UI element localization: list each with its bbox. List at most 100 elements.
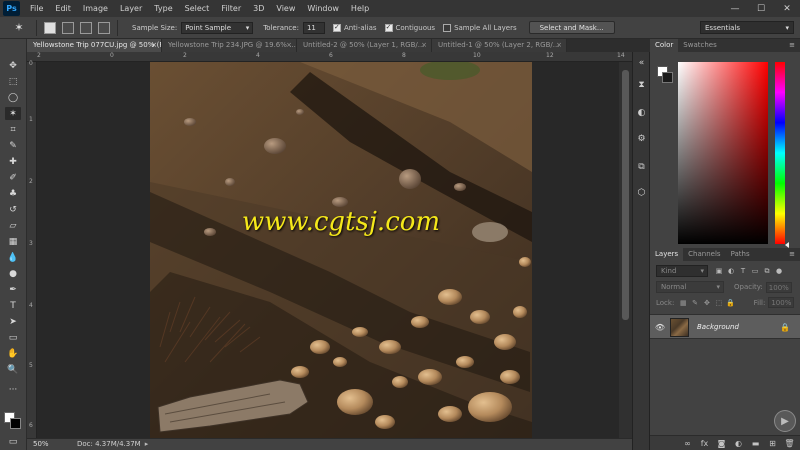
history-brush-tool-icon[interactable]: ↺	[5, 203, 21, 216]
type-tool-icon[interactable]: T	[5, 299, 21, 312]
opacity-input[interactable]: 100%	[765, 281, 792, 293]
status-menu-arrow-icon[interactable]: ▸	[145, 439, 149, 450]
filter-kind-select[interactable]: Kind	[656, 265, 708, 277]
screen-mode-icon[interactable]: ▭	[5, 435, 21, 448]
clone-stamp-tool-icon[interactable]: ♣	[5, 187, 21, 200]
close-button[interactable]: ✕	[774, 0, 800, 17]
intersect-selection-button[interactable]	[98, 21, 110, 34]
crop-tool-icon[interactable]: ⌗	[5, 123, 21, 136]
tab-swatches[interactable]: Swatches	[678, 39, 721, 52]
lock-image-icon[interactable]: ✎	[690, 298, 700, 308]
3d-panel-icon[interactable]: ⬡	[635, 186, 648, 199]
menu-edit[interactable]: Edit	[49, 4, 77, 13]
visibility-eye-icon[interactable]: 👁	[655, 322, 665, 332]
menu-filter[interactable]: Filter	[215, 4, 247, 13]
zoom-level[interactable]: 50%	[27, 439, 77, 450]
lock-artboard-icon[interactable]: ⬚	[714, 298, 724, 308]
delete-layer-icon[interactable]: 🗑	[783, 438, 796, 449]
menu-window[interactable]: Window	[301, 4, 345, 13]
filter-toggle-icon[interactable]: ●	[774, 266, 784, 276]
scrollbar-thumb[interactable]	[622, 70, 629, 320]
menu-type[interactable]: Type	[148, 4, 178, 13]
panel-menu-icon[interactable]: ≡	[789, 39, 795, 52]
pixel-filter-icon[interactable]: ▣	[714, 266, 724, 276]
document-image[interactable]: www.cgtsj.com	[150, 62, 532, 438]
fill-input[interactable]: 100%	[768, 297, 795, 308]
new-layer-icon[interactable]: ⊞	[766, 438, 779, 449]
sample-all-layers-checkbox[interactable]	[443, 23, 452, 32]
new-selection-button[interactable]	[44, 21, 56, 34]
tab-layers[interactable]: Layers	[650, 248, 684, 261]
properties-panel-icon[interactable]: ⧉	[635, 160, 648, 173]
menu-layer[interactable]: Layer	[114, 4, 148, 13]
type-filter-icon[interactable]: T	[738, 266, 748, 276]
anti-alias-checkbox[interactable]: ✓	[332, 23, 341, 32]
tab-close-icon[interactable]: ×	[421, 39, 427, 52]
magic-wand-tool-icon[interactable]: ✶	[5, 107, 21, 120]
menu-image[interactable]: Image	[77, 4, 114, 13]
menu-select[interactable]: Select	[179, 4, 216, 13]
path-selection-tool-icon[interactable]: ➤	[5, 315, 21, 328]
horizontal-ruler[interactable]: 2 0 2 4 6 8 10 12 14	[27, 52, 632, 62]
layer-row-background[interactable]: 👁 Background 🔒	[650, 314, 800, 339]
pen-tool-icon[interactable]: ✒	[5, 283, 21, 296]
sample-size-select[interactable]: Point Sample	[181, 21, 254, 34]
more-tools-icon[interactable]: ···	[5, 383, 21, 396]
color-picker-field[interactable]	[678, 62, 768, 244]
gradient-tool-icon[interactable]: ▦	[5, 235, 21, 248]
lock-all-icon[interactable]: 🔒	[726, 298, 736, 308]
tab-close-icon[interactable]: ×	[556, 39, 562, 52]
blur-tool-icon[interactable]: 💧	[5, 251, 21, 264]
blend-mode-select[interactable]: Normal	[656, 281, 724, 293]
select-and-mask-button[interactable]: Select and Mask...	[528, 21, 615, 34]
minimize-button[interactable]: —	[722, 0, 748, 17]
new-group-icon[interactable]: ▬	[749, 438, 762, 449]
tab-close-icon[interactable]: ×	[151, 39, 157, 52]
eyedropper-tool-icon[interactable]: ✎	[5, 139, 21, 152]
lock-position-icon[interactable]: ✥	[702, 298, 712, 308]
tab-channels[interactable]: Channels	[683, 248, 725, 261]
tab-untitled-1[interactable]: Untitled-1 @ 50% (Layer 2, RGB/... ×	[432, 39, 567, 52]
tab-color[interactable]: Color	[650, 39, 679, 52]
workspace-select[interactable]: Essentials	[700, 21, 794, 34]
zoom-tool-icon[interactable]: 🔍	[5, 363, 21, 376]
add-mask-icon[interactable]: ◙	[715, 438, 728, 449]
menu-help[interactable]: Help	[345, 4, 375, 13]
hue-spectrum-slider[interactable]	[775, 62, 789, 248]
layer-lock-icon[interactable]: 🔒	[780, 322, 790, 332]
contiguous-checkbox[interactable]: ✓	[384, 23, 393, 32]
healing-brush-tool-icon[interactable]: ✚	[5, 155, 21, 168]
layer-name[interactable]: Background	[697, 315, 739, 340]
vertical-ruler[interactable]: 0 1 2 3 4 5 6	[27, 60, 37, 438]
marquee-tool-icon[interactable]: ⬚	[5, 75, 21, 88]
add-to-selection-button[interactable]	[62, 21, 74, 34]
tab-yellowstone-077cu[interactable]: Yellowstone Trip 077CU.jpg @ 50% (RGB/8)…	[27, 39, 162, 52]
subtract-from-selection-button[interactable]	[80, 21, 92, 34]
hand-tool-icon[interactable]: ✋	[5, 347, 21, 360]
menu-file[interactable]: File	[24, 4, 49, 13]
maximize-button[interactable]: ☐	[748, 0, 774, 17]
move-tool-icon[interactable]: ✥	[5, 59, 21, 72]
adjustments-panel-icon[interactable]: ◐	[635, 106, 648, 119]
expand-panels-icon[interactable]: «	[635, 56, 648, 69]
background-color-swatch[interactable]	[662, 72, 673, 83]
shape-filter-icon[interactable]: ▭	[750, 266, 760, 276]
eraser-tool-icon[interactable]: ▱	[5, 219, 21, 232]
panel-menu-icon[interactable]: ≡	[789, 248, 795, 261]
lasso-tool-icon[interactable]: ◯	[5, 91, 21, 104]
tolerance-input[interactable]: 11	[302, 21, 325, 34]
lock-transparent-icon[interactable]: ▦	[678, 298, 688, 308]
tab-close-icon[interactable]: ×	[286, 39, 292, 52]
vertical-scrollbar[interactable]	[619, 62, 632, 438]
dodge-tool-icon[interactable]: ●	[5, 267, 21, 280]
menu-3d[interactable]: 3D	[247, 4, 270, 13]
libraries-panel-icon[interactable]: ⚙	[635, 132, 648, 145]
tab-untitled-2[interactable]: Untitled-2 @ 50% (Layer 1, RGB/... ×	[297, 39, 432, 52]
menu-view[interactable]: View	[270, 4, 301, 13]
brush-tool-icon[interactable]: ✐	[5, 171, 21, 184]
rectangle-tool-icon[interactable]: ▭	[5, 331, 21, 344]
new-adjustment-layer-icon[interactable]: ◐	[732, 438, 745, 449]
canvas-area[interactable]: www.cgtsj.com	[37, 62, 619, 438]
history-panel-icon[interactable]: ⧗	[635, 78, 648, 91]
smart-object-filter-icon[interactable]: ⧉	[762, 266, 772, 276]
